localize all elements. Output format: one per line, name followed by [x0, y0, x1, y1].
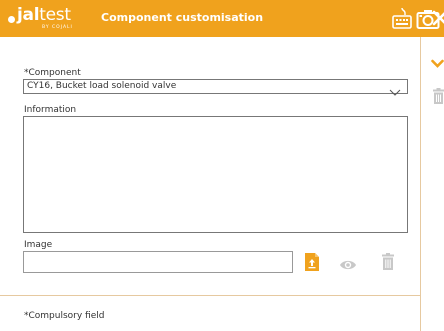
logo-dot [8, 16, 15, 23]
trash-icon[interactable] [433, 88, 444, 104]
chevron-down-icon[interactable] [431, 54, 444, 68]
image-label: Image [24, 240, 53, 250]
logo-wordmark: jaltest [17, 5, 71, 25]
chevron-down-icon [389, 82, 401, 96]
logo-subtitle: BY COJALI [42, 25, 73, 30]
information-label: Information [24, 105, 77, 115]
information-textarea[interactable] [23, 116, 408, 233]
image-field[interactable] [23, 251, 293, 273]
upload-file-icon[interactable] [305, 253, 319, 271]
component-select[interactable]: CY16, Bucket load solenoid valve [23, 79, 408, 96]
footer-divider [0, 295, 420, 296]
compulsory-field-note: *Compulsory field [24, 311, 105, 321]
title-bar: jaltest BY COJALI Component customisatio… [0, 0, 444, 37]
keyboard-icon[interactable] [391, 7, 413, 29]
component-label: *Component [24, 68, 81, 78]
side-panel [421, 37, 444, 331]
close-icon[interactable] [432, 5, 444, 29]
eye-icon[interactable] [339, 256, 357, 270]
trash-icon[interactable] [382, 253, 394, 270]
window-title: Component customisation [101, 11, 264, 24]
component-select-value: CY16, Bucket load solenoid valve [27, 81, 177, 91]
